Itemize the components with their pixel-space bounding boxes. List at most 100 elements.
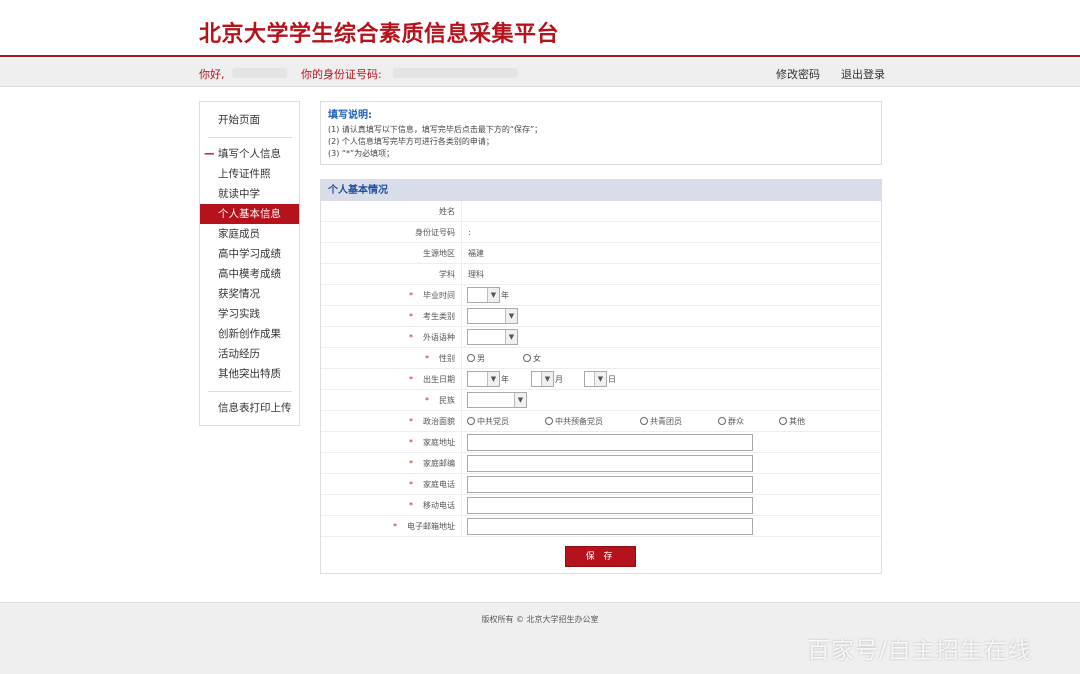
sidebar-item-mock-exams[interactable]: 高中模考成绩 bbox=[200, 264, 299, 284]
radio-icon bbox=[640, 416, 648, 425]
required-mark: * bbox=[409, 480, 413, 489]
form-row-origin: 生源地区 福建 bbox=[321, 243, 881, 264]
required-mark: * bbox=[409, 375, 413, 384]
birth-year-select[interactable]: ▼ bbox=[467, 371, 500, 387]
form-row-name: 姓名 bbox=[321, 201, 881, 222]
required-mark: * bbox=[425, 354, 429, 363]
gender-female-radio[interactable]: 女 bbox=[523, 348, 541, 369]
site-header: 北京大学学生综合素质信息采集平台 bbox=[0, 0, 1080, 57]
language-select[interactable]: ▼ bbox=[467, 329, 518, 345]
blurred-id-number bbox=[393, 68, 518, 78]
field-label: * 家庭邮编 bbox=[321, 453, 462, 474]
form-row-id: 身份证号码 : bbox=[321, 222, 881, 243]
required-mark: * bbox=[425, 396, 429, 405]
field-label: * 政治面貌 bbox=[321, 411, 462, 432]
candidate-type-select[interactable]: ▼ bbox=[467, 308, 518, 324]
home-phone-input[interactable] bbox=[467, 476, 753, 493]
radio-icon bbox=[718, 416, 726, 425]
instruction-line: (1) 请认真填写以下信息，填写完毕后点击最下方的“保存”； bbox=[328, 125, 543, 134]
sidebar-item-grades[interactable]: 高中学习成绩 bbox=[200, 244, 299, 264]
sidebar-item-basic-info[interactable]: 个人基本信息 bbox=[200, 204, 299, 224]
political-radio-other[interactable]: 其他 bbox=[779, 411, 805, 432]
birth-day-select[interactable]: ▼ bbox=[584, 371, 607, 387]
radio-icon bbox=[545, 416, 553, 425]
sidebar-item-high-school[interactable]: 就读中学 bbox=[200, 184, 299, 204]
sidebar-item-upload-photo[interactable]: 上传证件照 bbox=[200, 164, 299, 184]
required-mark: * bbox=[409, 501, 413, 510]
sidebar-item-activities[interactable]: 活动经历 bbox=[200, 344, 299, 364]
form-row-political: * 政治面貌 中共党员 中共预备党员 共青团员 群众 其他 bbox=[321, 411, 881, 432]
gender-male-radio[interactable]: 男 bbox=[467, 348, 485, 369]
sidebar-divider bbox=[208, 137, 292, 138]
sidebar-item-start[interactable]: 开始页面 bbox=[200, 110, 299, 130]
change-password-link[interactable]: 修改密码 bbox=[776, 66, 820, 82]
mobile-input[interactable] bbox=[467, 497, 753, 514]
chevron-down-icon: ▼ bbox=[541, 372, 553, 386]
basic-info-form: 个人基本情况 姓名 身份证号码 : 生源地区 福建 学科 理科 * 毕业时间 ▼ … bbox=[320, 179, 882, 574]
form-row-language: * 外语语种 ▼ bbox=[321, 327, 881, 348]
field-label: 学科 bbox=[321, 264, 462, 285]
instructions-box: 填写说明: (1) 请认真填写以下信息，填写完毕后点击最下方的“保存”； (2)… bbox=[320, 101, 882, 165]
political-radio-masses[interactable]: 群众 bbox=[718, 411, 744, 432]
radio-icon bbox=[467, 353, 475, 362]
field-label: * 电子邮箱地址 bbox=[321, 516, 462, 537]
chevron-down-icon: ▼ bbox=[505, 309, 517, 323]
radio-icon bbox=[779, 416, 787, 425]
sidebar-item-innovation[interactable]: 创新创作成果 bbox=[200, 324, 299, 344]
birth-month-select[interactable]: ▼ bbox=[531, 371, 554, 387]
field-label: * 出生日期 bbox=[321, 369, 462, 390]
save-button[interactable]: 保 存 bbox=[565, 546, 636, 567]
email-input[interactable] bbox=[467, 518, 753, 535]
sidebar-group-label: 填写个人信息 bbox=[218, 148, 281, 160]
site-title: 北京大学学生综合素质信息采集平台 bbox=[199, 22, 560, 47]
required-mark: * bbox=[409, 291, 413, 300]
origin-value: 福建 bbox=[468, 249, 484, 258]
subject-value: 理科 bbox=[468, 270, 484, 279]
instructions-title: 填写说明: bbox=[328, 110, 372, 121]
form-row-candidate-type: * 考生类别 ▼ bbox=[321, 306, 881, 327]
required-mark: * bbox=[409, 417, 413, 426]
instruction-line: (2) 个人信息填写完毕方可进行各类别的申请； bbox=[328, 137, 494, 146]
form-row-gender: * 性别 男 女 bbox=[321, 348, 881, 369]
sidebar-group-personal-info[interactable]: — 填写个人信息 bbox=[200, 144, 299, 164]
form-row-ethnicity: * 民族 ▼ bbox=[321, 390, 881, 411]
watermark: 百家号/自主招生在线 bbox=[807, 638, 1032, 664]
copyright-text: 版权所有 © 北京大学招生办公室 bbox=[481, 615, 599, 624]
form-section-title: 个人基本情况 bbox=[321, 180, 881, 201]
logout-link[interactable]: 退出登录 bbox=[841, 66, 885, 82]
blurred-username bbox=[232, 68, 287, 78]
sidebar-item-print-upload[interactable]: 信息表打印上传 bbox=[200, 398, 299, 418]
field-label: * 毕业时间 bbox=[321, 285, 462, 306]
chevron-down-icon: ▼ bbox=[505, 330, 517, 344]
month-unit: 月 bbox=[555, 375, 563, 384]
address-input[interactable] bbox=[467, 434, 753, 451]
political-radio-league[interactable]: 共青团员 bbox=[640, 411, 682, 432]
postcode-input[interactable] bbox=[467, 455, 753, 472]
sidebar-item-other[interactable]: 其他突出特质 bbox=[200, 364, 299, 384]
field-label: * 考生类别 bbox=[321, 306, 462, 327]
chevron-down-icon: ▼ bbox=[514, 393, 526, 407]
political-radio-party[interactable]: 中共党员 bbox=[467, 411, 509, 432]
user-bar: 你好, 你的身份证号码: 修改密码 退出登录 bbox=[0, 59, 1080, 87]
graduation-year-select[interactable]: ▼ bbox=[467, 287, 500, 303]
field-label: 生源地区 bbox=[321, 243, 462, 264]
sidebar-item-practice[interactable]: 学习实践 bbox=[200, 304, 299, 324]
instruction-line: (3) “*”为必填项； bbox=[328, 149, 395, 158]
field-label: * 移动电话 bbox=[321, 495, 462, 516]
chevron-down-icon: ▼ bbox=[594, 372, 606, 386]
required-mark: * bbox=[409, 438, 413, 447]
political-radio-probationary[interactable]: 中共预备党员 bbox=[545, 411, 603, 432]
year-unit: 年 bbox=[501, 375, 509, 384]
form-row-birth-date: * 出生日期 ▼ 年 ▼ 月 ▼ 日 bbox=[321, 369, 881, 390]
day-unit: 日 bbox=[608, 375, 616, 384]
sidebar-item-family[interactable]: 家庭成员 bbox=[200, 224, 299, 244]
radio-icon bbox=[467, 416, 475, 425]
field-label: 姓名 bbox=[321, 201, 462, 222]
field-label: * 性别 bbox=[321, 348, 462, 369]
ethnicity-select[interactable]: ▼ bbox=[467, 392, 527, 408]
form-row-address: * 家庭地址 bbox=[321, 432, 881, 453]
field-label: * 家庭电话 bbox=[321, 474, 462, 495]
sidebar-item-awards[interactable]: 获奖情况 bbox=[200, 284, 299, 304]
form-row-email: * 电子邮箱地址 bbox=[321, 516, 881, 537]
sidebar-divider bbox=[208, 391, 292, 392]
